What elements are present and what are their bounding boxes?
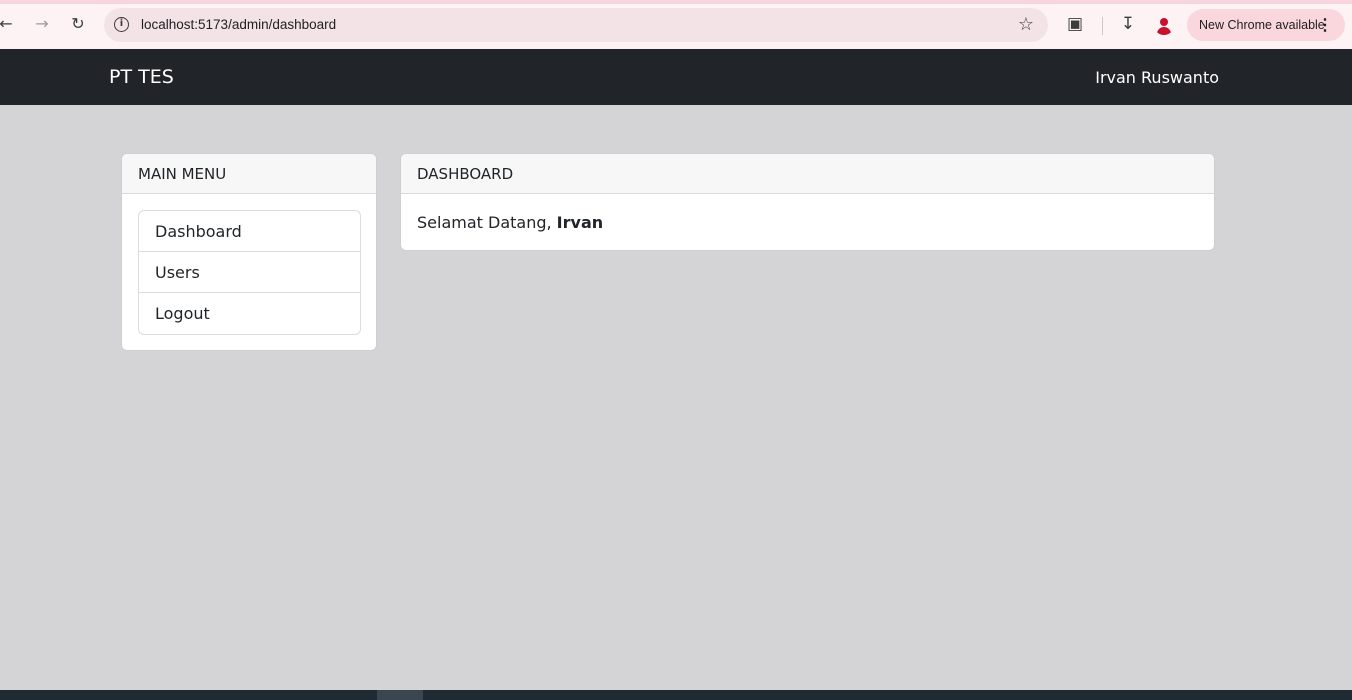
menu-item-logout[interactable]: Logout (139, 293, 360, 334)
greeting-user-name: Irvan (556, 213, 604, 232)
back-arrow-icon[interactable]: ← (0, 14, 16, 34)
site-info-icon[interactable]: i (114, 17, 129, 32)
brand-logo[interactable]: PT TES (109, 66, 174, 88)
main-menu-title: MAIN MENU (122, 154, 376, 194)
taskbar-active-app[interactable] (377, 690, 423, 700)
menu-item-users[interactable]: Users (139, 252, 360, 293)
user-name[interactable]: Irvan Ruswanto (1095, 68, 1219, 87)
update-label: New Chrome available (1199, 18, 1325, 32)
greeting-text: Selamat Datang, (417, 213, 557, 232)
download-icon[interactable]: ↧ (1117, 13, 1139, 35)
browser-toolbar: ← → ↻ i localhost:5173/admin/dashboard ☆… (0, 0, 1352, 49)
dashboard-card: DASHBOARD Selamat Datang, Irvan (400, 153, 1215, 251)
url-text[interactable]: localhost:5173/admin/dashboard (141, 17, 336, 32)
menu-list: Dashboard Users Logout (138, 210, 361, 335)
welcome-message: Selamat Datang, Irvan (401, 194, 1214, 250)
chrome-update-button[interactable]: New Chrome available ⋮ (1187, 9, 1345, 41)
address-bar[interactable]: i localhost:5173/admin/dashboard ☆ (104, 8, 1048, 42)
toolbar-divider (1102, 17, 1103, 35)
menu-item-dashboard[interactable]: Dashboard (139, 211, 360, 252)
extensions-icon[interactable]: ▣ (1064, 13, 1086, 35)
dashboard-title: DASHBOARD (401, 154, 1214, 194)
profile-avatar-icon[interactable] (1154, 15, 1174, 35)
reload-icon[interactable]: ↻ (68, 14, 88, 34)
main-menu-card: MAIN MENU Dashboard Users Logout (121, 153, 377, 351)
more-menu-icon[interactable]: ⋮ (1317, 15, 1333, 35)
bookmark-star-icon[interactable]: ☆ (1018, 14, 1034, 35)
forward-arrow-icon[interactable]: → (32, 14, 52, 34)
os-taskbar (0, 690, 1352, 700)
app-navbar: PT TES Irvan Ruswanto (0, 49, 1352, 105)
